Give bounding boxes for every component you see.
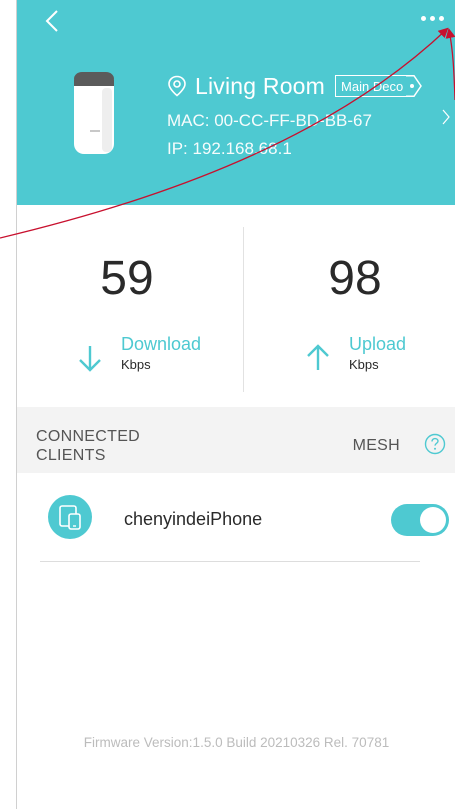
download-label: Download: [121, 334, 202, 354]
ip-address: IP: 192.168.68.1: [167, 139, 292, 158]
connected-clients-header: CONNECTED CLIENTS MESH: [17, 407, 455, 473]
client-name: chenyindeiPhone: [124, 509, 263, 529]
more-icon: [429, 15, 435, 21]
upload-label: Upload: [349, 334, 407, 354]
client-toggle[interactable]: [391, 504, 449, 536]
help-icon[interactable]: [424, 433, 446, 455]
firmware-version: Firmware Version:1.5.0 Build 20210326 Re…: [83, 735, 390, 750]
mesh-label: MESH: [352, 437, 400, 454]
mac-address: MAC: 00-CC-FF-BD-BB-67: [167, 111, 372, 130]
back-button[interactable]: [37, 6, 67, 36]
back-icon: [45, 10, 58, 32]
more-icon: [438, 15, 444, 21]
title-line-1: CONNECTED: [36, 428, 141, 445]
device-details-button[interactable]: [436, 104, 455, 130]
location-pin-icon: [168, 75, 186, 97]
devices-icon: [59, 505, 81, 530]
connected-clients-title: CONNECTED CLIENTS: [36, 427, 140, 465]
device-info: Living Room Main Deco MAC: 00-CC-FF-BD-B…: [167, 68, 423, 160]
upload-label-group: Upload Kbps: [305, 333, 406, 373]
list-divider: [40, 561, 420, 562]
device-title-row: Living Room Main Deco: [167, 68, 423, 104]
device-header: Living Room Main Deco MAC: 00-CC-FF-BD-B…: [17, 0, 455, 205]
speed-stats: 59 Download Kbps 98 Upload Kbps: [17, 205, 455, 405]
toggle-knob: [420, 507, 446, 533]
stats-divider: [243, 227, 244, 392]
upload-arrow-icon: [307, 344, 329, 370]
more-options-button[interactable]: [414, 6, 450, 30]
badge-label: Main Deco: [341, 78, 404, 94]
room-name: Living Room: [195, 72, 326, 99]
upload-value: 98: [328, 252, 382, 305]
title-line-2: CLIENTS: [36, 447, 106, 464]
download-label-group: Download Kbps: [77, 333, 201, 373]
download-value: 59: [100, 252, 154, 305]
upload-stat: 98 Upload Kbps: [245, 205, 455, 405]
chevron-right-icon: [442, 109, 450, 125]
more-icon: [420, 15, 426, 21]
main-deco-badge: Main Deco: [335, 75, 408, 97]
download-stat: 59 Download Kbps: [17, 205, 237, 405]
upload-unit: Kbps: [349, 357, 379, 372]
download-unit: Kbps: [121, 357, 151, 372]
app-screen: Living Room Main Deco MAC: 00-CC-FF-BD-B…: [16, 0, 455, 809]
list-item[interactable]: chenyindeiPhone: [17, 473, 455, 563]
deco-device-image: [74, 72, 114, 154]
download-arrow-icon: [79, 346, 101, 372]
client-avatar: [48, 495, 92, 539]
badge-tip: [406, 75, 423, 97]
